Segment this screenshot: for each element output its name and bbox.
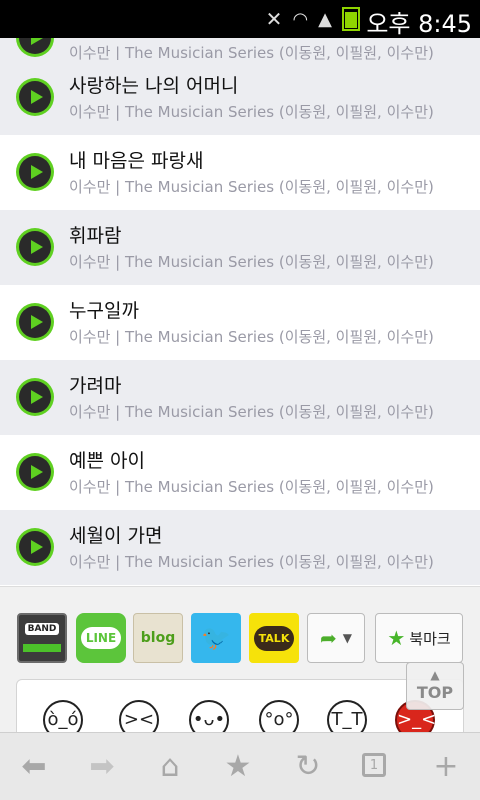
track-list: 이수만 | The Musician Series (이동원, 이필원, 이수만…	[0, 38, 480, 586]
scroll-top-button[interactable]: ▲ TOP	[406, 662, 464, 710]
blog-share-button[interactable]: blog	[133, 613, 183, 663]
share-arrow-icon: ➦	[320, 626, 337, 650]
track-row[interactable]: 세월이 가면 이수만 | The Musician Series (이동원, 이…	[0, 510, 480, 585]
track-row[interactable]: 예쁜 아이 이수만 | The Musician Series (이동원, 이필…	[0, 435, 480, 510]
status-bar: ✕ ◠ ▲ 오후 8:45	[0, 0, 480, 38]
blog-label: blog	[140, 630, 176, 646]
track-row[interactable]: 휘파람 이수만 | The Musician Series (이동원, 이필원,…	[0, 210, 480, 285]
status-icons: ✕ ◠ ▲	[266, 6, 360, 32]
track-subtitle: 이수만 | The Musician Series (이동원, 이필원, 이수만…	[69, 178, 434, 196]
share-area: BAND LINE blog 🐦 TALK ➦ ▼ ★ 북마크 ò_ó >< •…	[0, 586, 480, 740]
track-title: 휘파람	[69, 225, 122, 247]
track-subtitle: 이수만 | The Musician Series (이동원, 이필원, 이수만…	[69, 253, 434, 271]
back-arrow-icon[interactable]: ⬅	[14, 747, 54, 787]
caret-up-icon: ▲	[430, 668, 440, 682]
clock: 오후 8:45	[366, 10, 472, 38]
chevron-down-icon: ▼	[342, 631, 352, 645]
twitter-share-button[interactable]: 🐦	[191, 613, 241, 663]
track-subtitle: 이수만 | The Musician Series (이동원, 이필원, 이수만…	[69, 403, 434, 421]
star-icon: ★	[387, 626, 406, 650]
refresh-icon[interactable]: ↻	[288, 747, 328, 787]
bookmark-button[interactable]: ★ 북마크	[375, 613, 463, 663]
track-title: 사랑하는 나의 어머니	[69, 75, 239, 97]
track-title: 누구일까	[69, 300, 139, 322]
track-subtitle: 이수만 | The Musician Series (이동원, 이필원, 이수만…	[69, 328, 434, 346]
share-more-button[interactable]: ➦ ▼	[307, 613, 365, 663]
battery-icon	[342, 7, 360, 31]
track-row[interactable]: 누구일까 이수만 | The Musician Series (이동원, 이필원…	[0, 285, 480, 360]
line-label: LINE	[80, 627, 122, 649]
track-row[interactable]: 내 마음은 파랑새 이수만 | The Musician Series (이동원…	[0, 135, 480, 210]
track-row[interactable]: 사랑하는 나의 어머니 이수만 | The Musician Series (이…	[0, 60, 480, 135]
play-icon[interactable]	[19, 531, 51, 563]
talk-label: TALK	[253, 625, 295, 651]
home-icon[interactable]: ⌂	[150, 747, 190, 787]
play-icon[interactable]	[19, 456, 51, 488]
mute-icon: ✕	[265, 7, 283, 31]
play-icon[interactable]	[19, 38, 51, 54]
band-bar	[23, 644, 61, 652]
track-subtitle: 이수만 | The Musician Series (이동원, 이필원, 이수만…	[69, 103, 434, 121]
track-title: 가려마	[69, 375, 122, 397]
play-icon[interactable]	[19, 231, 51, 263]
forward-arrow-icon[interactable]: ➡	[82, 747, 122, 787]
star-icon[interactable]: ★	[218, 747, 258, 787]
track-subtitle: 이수만 | The Musician Series (이동원, 이필원, 이수만…	[69, 478, 434, 496]
plus-icon[interactable]: +	[426, 747, 466, 787]
tabs-button[interactable]: 1	[362, 753, 386, 777]
track-subtitle: 이수만 | The Musician Series (이동원, 이필원, 이수만…	[69, 553, 434, 571]
emoticon-panel: ò_ó >< •ᴗ• °o° T_T >_<	[16, 679, 464, 740]
twitter-bird-icon: 🐦	[201, 624, 231, 652]
track-title: 세월이 가면	[69, 525, 163, 547]
play-icon[interactable]	[19, 381, 51, 413]
track-title: 내 마음은 파랑새	[69, 150, 204, 172]
bookmark-label: 북마크	[409, 629, 451, 648]
track-title: 예쁜 아이	[69, 450, 145, 472]
play-icon[interactable]	[19, 81, 51, 113]
play-icon[interactable]	[19, 156, 51, 188]
play-icon[interactable]	[19, 306, 51, 338]
band-share-button[interactable]: BAND	[17, 613, 67, 663]
browser-toolbar: ⬅ ➡ ⌂ ★ ↻ +	[0, 732, 480, 800]
signal-icon: ▲	[318, 8, 332, 30]
top-label: TOP	[416, 683, 454, 702]
wifi-icon: ◠	[292, 8, 309, 30]
band-label: BAND	[24, 623, 60, 635]
track-row[interactable]: 가려마 이수만 | The Musician Series (이동원, 이필원,…	[0, 360, 480, 435]
line-share-button[interactable]: LINE	[76, 613, 126, 663]
kakaotalk-share-button[interactable]: TALK	[249, 613, 299, 663]
